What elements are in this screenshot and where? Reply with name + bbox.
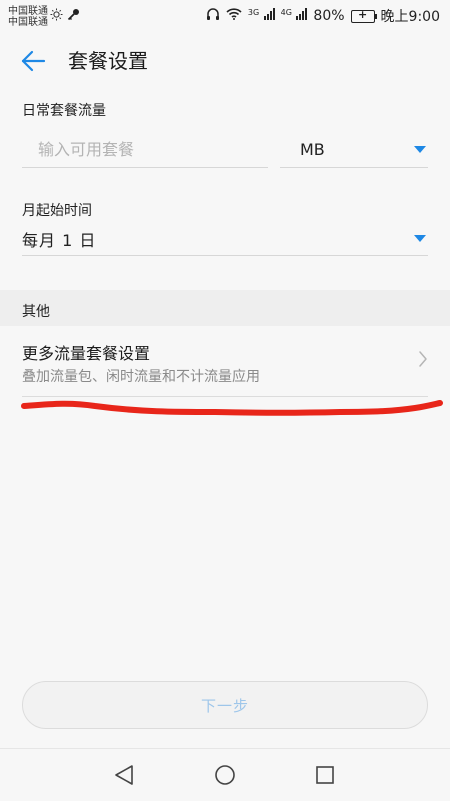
red-annotation-stroke (21, 400, 443, 416)
headset-icon (206, 7, 220, 25)
month-start-value: 每月 1 日 (22, 230, 97, 250)
signal-3g-icon: 3G (248, 8, 275, 24)
back-button[interactable] (18, 46, 48, 76)
next-step-button[interactable]: 下一步 (22, 681, 428, 729)
chevron-right-icon (419, 351, 427, 367)
page-title: 套餐设置 (68, 49, 148, 73)
carrier-2: 中国联通 (8, 17, 48, 28)
battery-percent: 80% (313, 8, 345, 24)
nav-home-button[interactable] (213, 763, 237, 787)
clock: 晚上9:00 (380, 9, 440, 25)
dropdown-triangle-icon (414, 235, 426, 242)
wifi-icon (226, 8, 242, 24)
status-icons-left (50, 8, 80, 25)
navigation-bar (0, 748, 450, 801)
more-plan-settings-subtitle: 叠加流量包、闲时流量和不计流量应用 (22, 369, 260, 385)
month-start-label: 月起始时间 (22, 203, 92, 219)
more-plan-settings-item[interactable]: 更多流量套餐设置 叠加流量包、闲时流量和不计流量应用 (0, 326, 450, 396)
unit-dropdown[interactable]: MB (280, 132, 428, 168)
signal-4g-icon: 4G (281, 8, 308, 24)
nav-recents-button[interactable] (313, 763, 337, 787)
unit-value: MB (300, 140, 325, 159)
network-3g-label: 3G (247, 8, 260, 17)
quota-input[interactable] (22, 132, 268, 168)
key-icon (67, 8, 80, 25)
other-section-header: 其他 (0, 290, 450, 326)
status-bar: 中国联通 中国联通 3G 4G 80% + 晚上9:00 (0, 0, 450, 32)
arrow-left-icon (21, 50, 46, 72)
app-header: 套餐设置 (0, 32, 450, 90)
battery-icon: + (350, 8, 377, 23)
other-section-title: 其他 (22, 304, 50, 320)
status-icons-right: 3G 4G 80% + 晚上9:00 (206, 6, 440, 26)
month-start-dropdown[interactable]: 每月 1 日 (22, 222, 428, 256)
network-4g-label: 4G (280, 8, 292, 17)
nav-back-button[interactable] (112, 763, 136, 787)
carrier-info: 中国联通 中国联通 (8, 6, 48, 28)
row-divider (22, 396, 428, 397)
brightness-icon (50, 8, 63, 25)
daily-quota-label: 日常套餐流量 (22, 103, 106, 119)
dropdown-triangle-icon (414, 146, 426, 153)
carrier-1: 中国联通 (8, 6, 48, 17)
more-plan-settings-title: 更多流量套餐设置 (22, 344, 151, 363)
